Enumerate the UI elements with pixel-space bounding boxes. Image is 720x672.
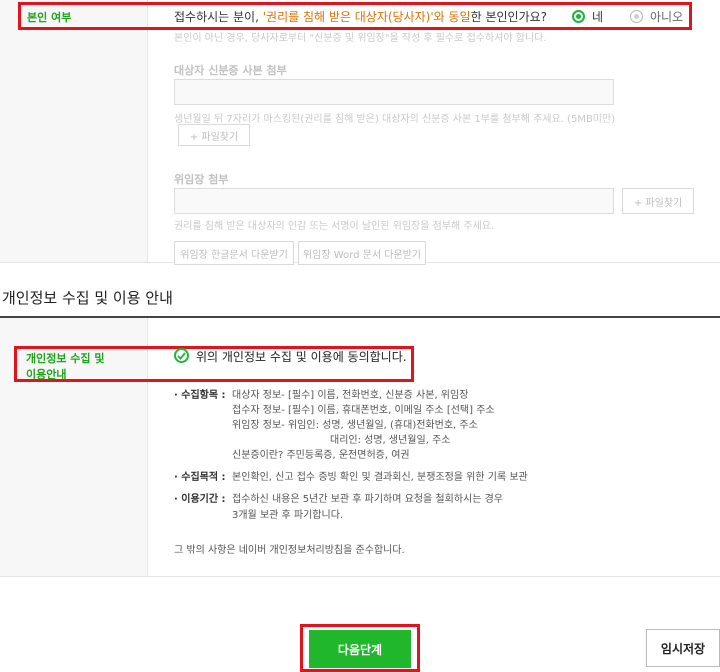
download-word-button[interactable]: 위임장 Word 문서 다운받기 — [298, 241, 426, 265]
identity-question-highlight: '권리를 침해 받은 대상자(당사자)'와 동일 — [262, 10, 471, 24]
collect-purpose: 본인확인, 신고 접수 증빙 확인 및 결과회신, 분쟁조정을 위한 기록 보관 — [232, 472, 528, 483]
privacy-label-line1: 개인정보 수집 및 — [26, 352, 105, 365]
temp-save-button[interactable]: 임시저장 — [646, 629, 720, 667]
proxy-desc: 권리를 침해 받은 대상자의 인감 또는 서명이 날인된 위임장을 첨부해 주세… — [174, 221, 495, 232]
identity-label: 본인 여부 — [27, 11, 72, 24]
privacy-section-title: 개인정보 수집 및 이용 안내 — [2, 289, 173, 307]
proxy-title: 위임장 첨부 — [174, 173, 229, 186]
collect-item: 대리인: 성명, 생년월일, 주소 — [330, 435, 451, 446]
divider — [0, 576, 720, 577]
id-copy-file-field[interactable] — [174, 79, 614, 105]
collect-item: 접수자 정보- [필수] 이름, 휴대폰번호, 이메일 주소 [선택] 주소 — [232, 405, 495, 416]
identity-question: 접수하시는 분이, '권리를 침해 받은 대상자(당사자)'와 동일한 본인인가… — [174, 8, 547, 25]
proxy-file-field[interactable] — [174, 188, 614, 214]
identity-question-post: 한 본인인가요? — [470, 10, 548, 24]
next-step-button[interactable]: 다음단계 — [309, 630, 411, 668]
radio-no[interactable] — [630, 10, 643, 23]
identity-note: 본인이 아닌 경우, 당사자로부터 "신분증 및 위임장"을 작성 후 필수로 … — [174, 33, 547, 44]
use-period-label: · 이용기간 : — [174, 494, 226, 505]
collect-item: 위임장 정보- 위임인: 성명, 생년월일, (휴대)전화번호, 주소 — [232, 420, 478, 431]
privacy-label-line2: 이용안내 — [26, 368, 67, 381]
privacy-label: 개인정보 수집 및 이용안내 — [26, 351, 105, 383]
proxy-file-button[interactable]: + 파일찾기 — [622, 188, 694, 214]
privacy-footer: 그 밖의 사항은 네이버 개인정보처리방침을 준수합니다. — [174, 545, 405, 556]
collect-purpose-label: · 수집목적 : — [174, 472, 226, 483]
agree-text[interactable]: 위의 개인정보 수집 및 이용에 동의합니다. — [196, 348, 407, 365]
collect-item: 대상자 정보- [필수] 이름, 전화번호, 신분증 사본, 위임장 — [232, 390, 469, 401]
radio-no-label[interactable]: 아니오 — [650, 8, 683, 25]
id-copy-title: 대상자 신분증 사본 첨부 — [174, 64, 287, 77]
agree-check-icon[interactable] — [174, 348, 189, 363]
radio-yes[interactable] — [572, 10, 585, 23]
id-copy-file-button[interactable]: + 파일찾기 — [178, 124, 250, 146]
identity-label-column — [0, 0, 148, 262]
collect-items-label: · 수집항목 : — [174, 390, 226, 401]
radio-yes-label[interactable]: 네 — [592, 8, 603, 25]
identity-question-pre: 접수하시는 분이, — [174, 10, 263, 24]
use-period-line2: 3개월 보관 후 파기합니다. — [232, 510, 344, 521]
collect-item: 신분증이란? 주민등록증, 운전면허증, 여권 — [232, 450, 410, 461]
id-copy-desc: 생년월일 뒤 7자리가 마스킹된(권리를 침해 받은) 대상자의 신분증 사본 … — [174, 114, 616, 125]
download-hwp-button[interactable]: 위임장 한글문서 다운받기 — [174, 241, 294, 265]
use-period-line1: 접수하신 내용은 5년간 보관 후 파기하며 요청을 철회하시는 경우 — [232, 494, 503, 505]
